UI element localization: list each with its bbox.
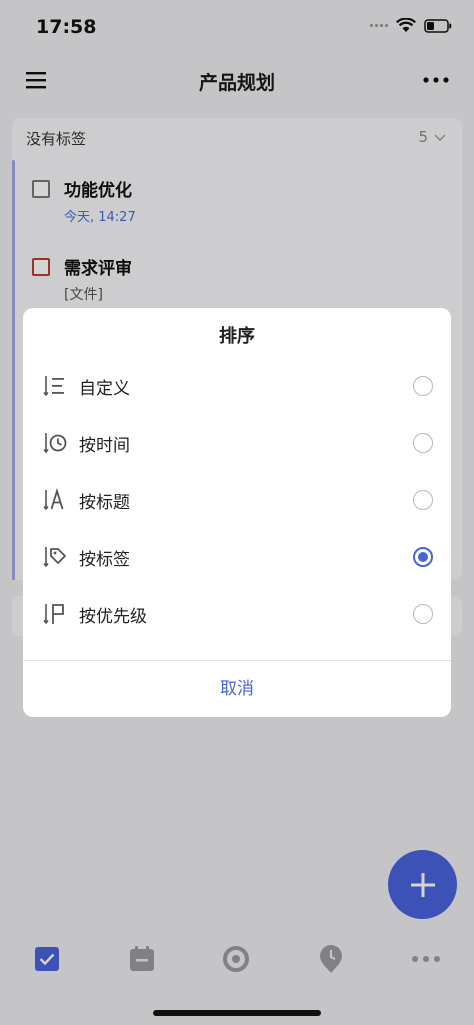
- sort-option-label: 按时间: [79, 436, 130, 456]
- cancel-button[interactable]: 取消: [23, 661, 451, 717]
- radio-button[interactable]: [413, 490, 433, 510]
- sort-option-label: 按标题: [79, 493, 130, 513]
- home-indicator: [153, 1010, 321, 1016]
- sort-option-custom[interactable]: 自定义: [23, 358, 451, 415]
- sort-option-title[interactable]: 按标题: [23, 472, 451, 529]
- sort-option-priority[interactable]: 按优先级: [23, 586, 451, 643]
- clock-sort-icon: [43, 431, 67, 455]
- title-sort-icon: [43, 487, 67, 512]
- sort-option-time[interactable]: 按时间: [23, 415, 451, 472]
- sort-option-label: 按标签: [79, 550, 130, 570]
- radio-button[interactable]: [413, 433, 433, 453]
- sort-option-label: 按优先级: [79, 607, 147, 627]
- radio-button[interactable]: [413, 376, 433, 396]
- sort-option-tag[interactable]: 按标签: [23, 529, 451, 586]
- custom-sort-icon: [43, 374, 67, 398]
- priority-sort-icon: [43, 602, 67, 626]
- sort-option-label: 自定义: [79, 379, 130, 399]
- sort-dialog: 排序 自定义 按时间 按标题 按标签 按优先级 取消: [23, 308, 451, 717]
- sort-dialog-title: 排序: [219, 326, 255, 347]
- radio-button[interactable]: [413, 604, 433, 624]
- tag-sort-icon: [43, 545, 67, 569]
- radio-button-selected[interactable]: [413, 547, 433, 567]
